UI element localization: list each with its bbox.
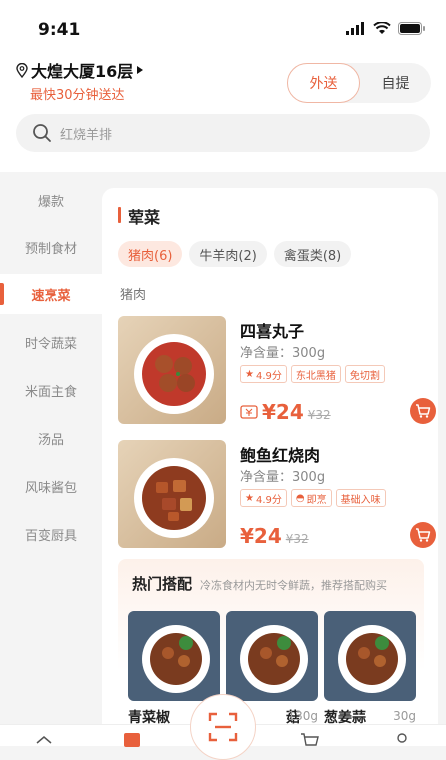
sidebar-item-hot[interactable]: 爆款 xyxy=(0,180,102,220)
cart-icon xyxy=(416,404,431,418)
wifi-icon xyxy=(373,22,391,34)
add-to-cart-button[interactable] xyxy=(410,398,436,424)
combo-item-weight: 130g xyxy=(287,709,318,723)
rating-tag: ★ 4.9分 xyxy=(240,365,287,383)
cart-tab-icon[interactable] xyxy=(300,733,320,747)
combo-item[interactable]: 葱姜蒜 30g xyxy=(324,611,416,726)
status-bar: 9:41 xyxy=(0,16,446,42)
product-old-price: ¥32 xyxy=(285,532,309,546)
combo-item[interactable]: 菇 130g xyxy=(226,611,318,726)
location-selector[interactable]: 大煌大厦16层 xyxy=(16,58,144,82)
product-tags: ★ 4.9分 ◓ 即烹 基础入味 xyxy=(240,489,386,507)
sidebar-item-cookware[interactable]: 百变厨具 xyxy=(0,514,102,554)
product-name: 四喜丸子 xyxy=(240,322,305,341)
product-tag: 免切割 xyxy=(344,365,385,383)
rating-tag: ★ 4.9分 xyxy=(240,489,287,507)
delivery-note: 最快30分钟送达 xyxy=(30,88,125,103)
search-icon xyxy=(33,124,51,142)
add-to-cart-button[interactable] xyxy=(410,522,436,548)
caret-right-icon xyxy=(137,66,144,74)
star-icon: ★ xyxy=(245,368,254,380)
product-tag: 东北黑猪 xyxy=(290,365,341,383)
profile-icon[interactable] xyxy=(394,733,410,747)
battery-icon xyxy=(398,22,425,35)
mode-delivery[interactable]: 外送 xyxy=(287,63,360,103)
sidebar-item-prepared-ingredients[interactable]: 预制食材 xyxy=(0,227,102,267)
sidebar-item-soups[interactable]: 汤品 xyxy=(0,418,102,458)
chip-beef-lamb[interactable]: 牛羊肉(2) xyxy=(189,241,267,267)
product-name: 鲍鱼红烧肉 xyxy=(240,446,321,465)
combo-item-image xyxy=(128,611,220,701)
location-name: 大煌大厦16层 xyxy=(31,62,134,81)
combo-item-image xyxy=(324,611,416,701)
popular-combo-section: 热门搭配 冷冻食材内无时令鲜蔬，推荐搭配购买 青菜椒 菇 130g 葱姜蒜 30… xyxy=(118,559,424,746)
price-row: ¥24 ¥32 xyxy=(240,524,309,548)
category-sidebar: 爆款 预制食材 速烹菜 时令蔬菜 米面主食 汤品 风味酱包 百变厨具 xyxy=(0,172,102,746)
scan-icon xyxy=(208,712,238,742)
category-title: 荤菜 xyxy=(118,204,160,228)
category-tab-icon[interactable] xyxy=(124,733,140,747)
status-time: 9:41 xyxy=(38,20,81,40)
product-card[interactable]: 四喜丸子 净含量：300g ★ 4.9分 东北黑猪 免切割 ¥24 ¥32 xyxy=(118,316,438,426)
header: 9:41 大煌大厦16层 最快30分钟送达 外送 自提 红烧羊排 xyxy=(0,0,446,172)
pot-icon: ◓ xyxy=(295,492,305,504)
search-placeholder: 红烧羊排 xyxy=(60,127,113,143)
home-icon[interactable] xyxy=(35,735,53,749)
delivery-mode-toggle[interactable]: 外送 自提 xyxy=(287,63,431,103)
sidebar-item-staples[interactable]: 米面主食 xyxy=(0,370,102,410)
combo-item-image xyxy=(226,611,318,701)
cart-icon xyxy=(416,528,431,542)
sidebar-item-quick-dishes[interactable]: 速烹菜 xyxy=(0,274,102,314)
product-tags: ★ 4.9分 东北黑猪 免切割 xyxy=(240,365,385,383)
product-net-weight: 净含量：300g xyxy=(240,470,326,485)
chip-poultry-eggs[interactable]: 禽蛋类(8) xyxy=(273,241,352,267)
subcategory-heading: 猪肉 xyxy=(120,288,147,303)
mode-pickup[interactable]: 自提 xyxy=(360,63,431,103)
subcategory-chips: 猪肉(6) 牛羊肉(2) 禽蛋类(8) xyxy=(118,241,352,267)
product-card[interactable]: 鲍鱼红烧肉 净含量：300g ★ 4.9分 ◓ 即烹 基础入味 ¥24 ¥32 xyxy=(118,440,438,550)
price-row: ¥24 ¥32 xyxy=(240,400,331,424)
product-tag: 基础入味 xyxy=(335,489,386,507)
search-bar[interactable]: 红烧羊排 xyxy=(16,114,430,152)
product-net-weight: 净含量：300g xyxy=(240,346,326,361)
signal-icon xyxy=(346,22,364,35)
product-price: ¥24 xyxy=(240,524,282,548)
combo-item-weight: 30g xyxy=(393,709,416,723)
scan-button[interactable] xyxy=(190,694,256,760)
product-tag: ◓ 即烹 xyxy=(290,489,332,507)
combo-item[interactable]: 青菜椒 xyxy=(128,611,220,726)
product-price: ¥24 xyxy=(262,400,304,424)
combo-title: 热门搭配 xyxy=(132,575,193,593)
star-icon: ★ xyxy=(245,492,254,504)
product-image xyxy=(118,316,226,424)
coupon-icon xyxy=(240,405,258,419)
chip-pork[interactable]: 猪肉(6) xyxy=(118,241,183,267)
combo-subtitle: 冷冻食材内无时令鲜蔬，推荐搭配购买 xyxy=(200,579,388,592)
sidebar-item-sauces[interactable]: 风味酱包 xyxy=(0,466,102,506)
product-panel: 荤菜 猪肉(6) 牛羊肉(2) 禽蛋类(8) 猪肉 四喜丸子 净含量：300g … xyxy=(102,188,438,746)
product-image xyxy=(118,440,226,548)
product-old-price: ¥32 xyxy=(307,408,331,422)
location-pin-icon xyxy=(16,62,28,78)
sidebar-item-seasonal-veg[interactable]: 时令蔬菜 xyxy=(0,322,102,362)
